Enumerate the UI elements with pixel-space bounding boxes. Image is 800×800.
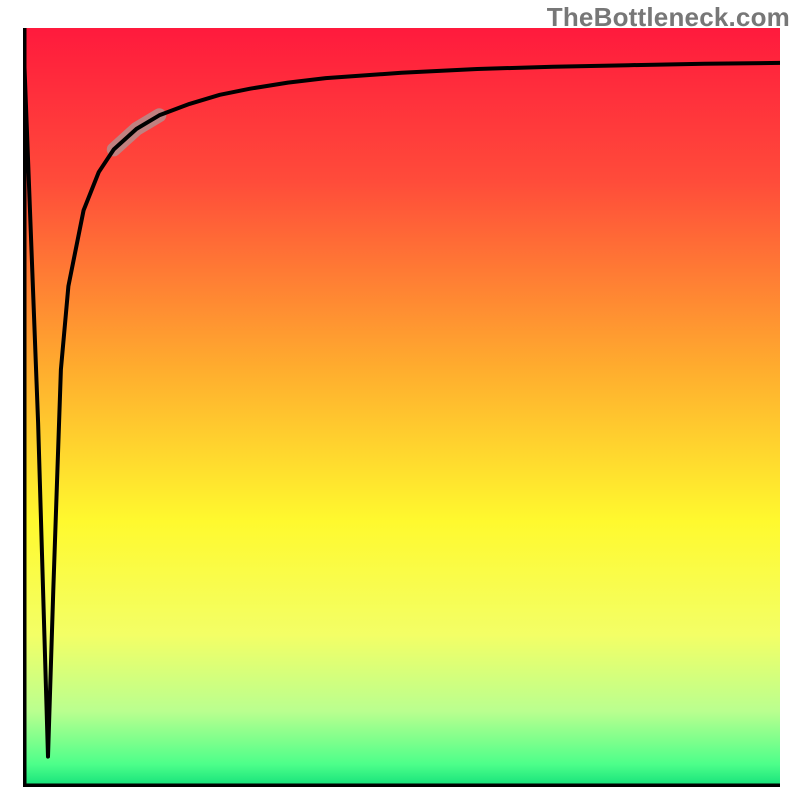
- chart-stage: TheBottleneck.com: [0, 0, 800, 800]
- plot-svg: [23, 28, 780, 787]
- plot-frame: [23, 28, 780, 787]
- gradient-background: [23, 28, 780, 787]
